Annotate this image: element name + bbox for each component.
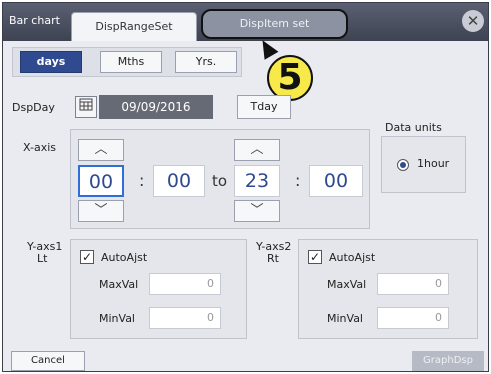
range-to-label: to	[212, 172, 228, 190]
to-hour-up-button[interactable]: ︿	[234, 139, 280, 161]
x-axis-panel: ︿ 00 ﹀ : 00 to ︿ 23 ﹀ : 00	[70, 129, 370, 229]
y-axis1-side-label: Lt	[37, 252, 48, 265]
y-axis2-panel: ✓ AutoAjst MaxVal 0 MinVal 0	[298, 239, 478, 339]
tab-dispitem-set[interactable]: DispItem set	[201, 9, 348, 39]
period-button-days[interactable]: days	[20, 51, 82, 73]
y-axis1-autoadjust-label: AutoAjst	[101, 251, 148, 264]
y-axis2-max-label: MaxVal	[327, 278, 367, 291]
to-hour-down-button[interactable]: ﹀	[234, 200, 280, 222]
y-axis1-min-label: MinVal	[99, 312, 135, 325]
y-axis2-min-input[interactable]: 0	[377, 307, 449, 329]
time-separator: :	[295, 171, 301, 190]
today-button[interactable]: Tday	[237, 95, 291, 119]
period-button-years[interactable]: Yrs.	[175, 51, 237, 73]
from-hour-down-button[interactable]: ﹀	[78, 200, 124, 222]
to-minute-field[interactable]: 00	[309, 165, 363, 197]
bar-chart-window: Bar chart DispRangeSet DispItem set ✕ 5 …	[2, 2, 489, 372]
data-units-panel: 1hour	[381, 136, 466, 193]
display-day-label: DspDay	[12, 101, 55, 114]
time-separator: :	[139, 171, 145, 190]
window-title: Bar chart	[9, 14, 60, 27]
period-selector: days Mths Yrs.	[12, 47, 242, 77]
y-axis2-autoadjust-checkbox[interactable]: ✓	[308, 250, 322, 264]
header-bar: Bar chart DispRangeSet DispItem set ✕	[3, 3, 488, 41]
radio-1hour[interactable]	[397, 159, 409, 171]
calendar-icon-glyph	[79, 98, 93, 111]
y-axis2-max-input[interactable]: 0	[377, 273, 449, 295]
calendar-icon[interactable]	[75, 96, 97, 118]
y-axis1-max-label: MaxVal	[99, 278, 139, 291]
close-icon[interactable]: ✕	[462, 10, 484, 32]
graph-display-button[interactable]: GraphDsp	[412, 351, 484, 371]
from-minute-field[interactable]: 00	[153, 165, 205, 197]
data-unit-option-label: 1hour	[417, 157, 450, 170]
to-hour-field[interactable]: 23	[234, 165, 280, 197]
period-button-months[interactable]: Mths	[100, 51, 162, 73]
from-hour-up-button[interactable]: ︿	[78, 139, 124, 161]
y-axis1-panel: ✓ AutoAjst MaxVal 0 MinVal 0	[70, 239, 247, 339]
tab-disprangeset[interactable]: DispRangeSet	[71, 12, 197, 41]
display-date-field[interactable]: 09/09/2016	[99, 95, 213, 119]
data-units-label: Data units	[385, 121, 442, 134]
y-axis2-side-label: Rt	[267, 252, 279, 265]
y-axis2-min-label: MinVal	[327, 312, 363, 325]
from-hour-field[interactable]: 00	[78, 165, 124, 197]
cancel-button[interactable]: Cancel	[11, 351, 85, 371]
x-axis-label: X-axis	[23, 141, 56, 154]
y-axis1-max-input[interactable]: 0	[149, 273, 221, 295]
y-axis2-autoadjust-label: AutoAjst	[329, 251, 376, 264]
y-axis1-autoadjust-checkbox[interactable]: ✓	[80, 250, 94, 264]
y-axis1-min-input[interactable]: 0	[149, 307, 221, 329]
